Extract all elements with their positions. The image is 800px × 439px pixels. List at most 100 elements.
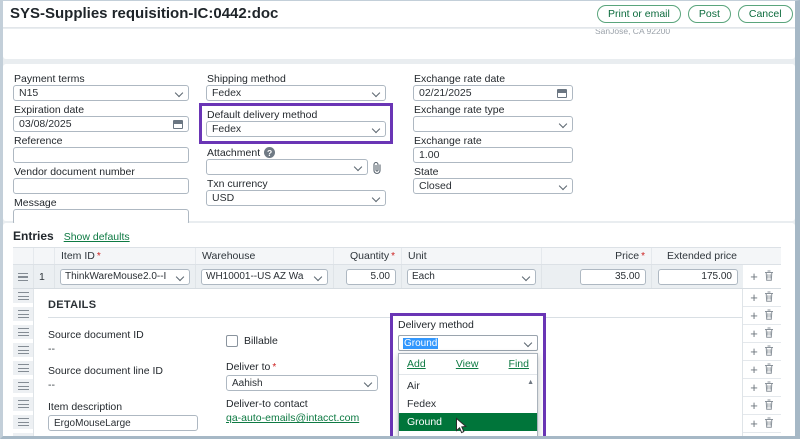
delivery-method-highlight: Delivery method Ground Add View Find — [390, 313, 546, 439]
exchange-rate-type-select[interactable] — [413, 116, 573, 132]
default-delivery-method-value: Fedex — [212, 123, 241, 135]
txn-currency-value: USD — [212, 192, 234, 204]
drag-handle-icon — [18, 364, 29, 372]
stub-icons-column: + + + + + + + + + — [743, 289, 781, 439]
delete-row-button[interactable] — [764, 361, 774, 379]
add-row-button[interactable]: + — [750, 272, 758, 282]
chevron-down-icon — [559, 120, 567, 128]
row-drag-handle[interactable] — [13, 343, 33, 361]
add-row-button[interactable]: + — [750, 401, 758, 411]
shipping-method-select[interactable]: Fedex — [206, 85, 386, 101]
calendar-icon[interactable] — [557, 89, 567, 98]
option-fedex[interactable]: Fedex — [399, 395, 537, 413]
exchange-rate-type-label: Exchange rate type — [414, 103, 573, 116]
add-link[interactable]: Add — [407, 358, 426, 370]
form-column-2: Shipping method Fedex Default delivery m… — [206, 72, 386, 208]
app-window: SYS-Supplies requisition-IC:0442:doc Pri… — [0, 0, 800, 439]
view-link[interactable]: View — [456, 358, 479, 370]
warehouse-select[interactable]: WH10001--US AZ Wa — [201, 269, 328, 285]
state-select[interactable]: Closed — [413, 178, 573, 194]
scroll-up-icon[interactable]: ▲ — [527, 379, 534, 386]
unit-select[interactable]: Each — [407, 269, 536, 285]
delete-row-button[interactable] — [764, 343, 774, 361]
row-drag-handle[interactable] — [13, 265, 33, 288]
billable-label: Billable — [244, 335, 278, 347]
vendor-document-number-input[interactable] — [13, 178, 189, 194]
source-document-line-id-value: -- — [48, 379, 198, 391]
deliver-to-select[interactable]: Aahish — [226, 375, 378, 391]
delete-row-button[interactable] — [764, 325, 774, 343]
delivery-method-combobox[interactable]: Ground — [398, 335, 538, 351]
add-row-button[interactable]: + — [750, 293, 758, 303]
cancel-button[interactable]: Cancel — [738, 5, 793, 23]
shipping-method-label: Shipping method — [207, 72, 386, 85]
vendor-document-number-label: Vendor document number — [14, 165, 189, 178]
stub-drag-column — [13, 289, 33, 439]
expiration-date-field[interactable]: 03/08/2025 — [13, 116, 189, 132]
entries-lower-region: DETAILS Source document ID -- Source doc… — [13, 289, 781, 439]
print-or-email-button[interactable]: Print or email — [597, 5, 681, 23]
delivery-method-options: ▲ Air Fedex Ground ▼ — [399, 375, 537, 439]
state-label: State — [414, 165, 573, 178]
billable-checkbox[interactable] — [226, 335, 238, 347]
show-defaults-link[interactable]: Show defaults — [64, 231, 130, 243]
add-row-button[interactable]: + — [750, 419, 758, 429]
exchange-rate-date-field[interactable]: 02/21/2025 — [413, 85, 573, 101]
help-icon[interactable]: ? — [264, 147, 275, 158]
post-button[interactable]: Post — [688, 5, 731, 23]
reference-label: Reference — [14, 134, 189, 147]
txn-currency-select[interactable]: USD — [206, 190, 386, 206]
add-row-button[interactable]: + — [750, 347, 758, 357]
add-row-button[interactable]: + — [750, 383, 758, 393]
row-drag-handle[interactable] — [13, 379, 33, 397]
chevron-down-icon — [176, 272, 184, 280]
chevron-down-icon — [524, 339, 532, 347]
option-air[interactable]: Air — [399, 377, 537, 395]
delete-row-button[interactable] — [764, 379, 774, 397]
exchange-rate-value: 1.00 — [419, 149, 439, 161]
find-link[interactable]: Find — [509, 358, 529, 370]
attachment-select[interactable] — [206, 159, 368, 175]
extended-price-input[interactable]: 175.00 — [658, 269, 738, 285]
payment-terms-select[interactable]: N15 — [13, 85, 189, 101]
chevron-down-icon — [354, 163, 362, 171]
details-title: DETAILS — [48, 299, 742, 311]
chevron-down-icon — [364, 379, 372, 387]
top-bar: SYS-Supplies requisition-IC:0442:doc Pri… — [3, 1, 795, 28]
row-drag-handle[interactable] — [13, 415, 33, 433]
delete-row-button[interactable] — [764, 307, 774, 325]
delete-row-button[interactable] — [764, 268, 774, 286]
details-column-2: Billable Deliver to* Aahish Deliver-to c… — [226, 335, 378, 424]
calendar-icon[interactable] — [173, 120, 183, 129]
table-header-row: Item ID* Warehouse Quantity* Unit Price*… — [13, 247, 781, 265]
default-delivery-method-select[interactable]: Fedex — [206, 121, 386, 137]
quantity-input[interactable]: 5.00 — [346, 269, 396, 285]
row-drag-handle[interactable] — [13, 433, 33, 439]
delete-row-button[interactable] — [764, 415, 774, 433]
row-drag-handle[interactable] — [13, 397, 33, 415]
deliver-to-contact-link[interactable]: qa-auto-emails@intacct.com — [226, 412, 378, 424]
row-drag-handle[interactable] — [13, 361, 33, 379]
txn-currency-label: Txn currency — [207, 177, 386, 190]
add-row-button[interactable]: + — [750, 311, 758, 321]
price-input[interactable]: 35.00 — [580, 269, 646, 285]
exchange-rate-input[interactable]: 1.00 — [413, 147, 573, 163]
drag-handle-icon — [18, 292, 29, 300]
add-row-button[interactable]: + — [750, 365, 758, 375]
add-row-button[interactable]: + — [750, 329, 758, 339]
item-description-input[interactable]: ErgoMouseLarge — [48, 415, 198, 431]
row-drag-handle[interactable] — [13, 307, 33, 325]
exchange-rate-date-label: Exchange rate date — [414, 72, 573, 85]
delete-row-button[interactable] — [764, 397, 774, 415]
row-drag-handle[interactable] — [13, 325, 33, 343]
chevron-down-icon — [559, 182, 567, 190]
option-ground[interactable]: Ground — [399, 413, 537, 431]
item-id-select[interactable]: ThinkWareMouse2.0--I — [60, 269, 190, 285]
reference-input[interactable] — [13, 147, 189, 163]
row-drag-handle[interactable] — [13, 289, 33, 307]
quantity-column-header: Quantity* — [333, 248, 401, 264]
action-buttons: Print or email Post Cancel More action — [597, 5, 800, 23]
delete-row-button[interactable] — [764, 289, 774, 307]
paperclip-icon[interactable] — [371, 161, 383, 178]
source-document-id-label: Source document ID — [48, 329, 198, 341]
